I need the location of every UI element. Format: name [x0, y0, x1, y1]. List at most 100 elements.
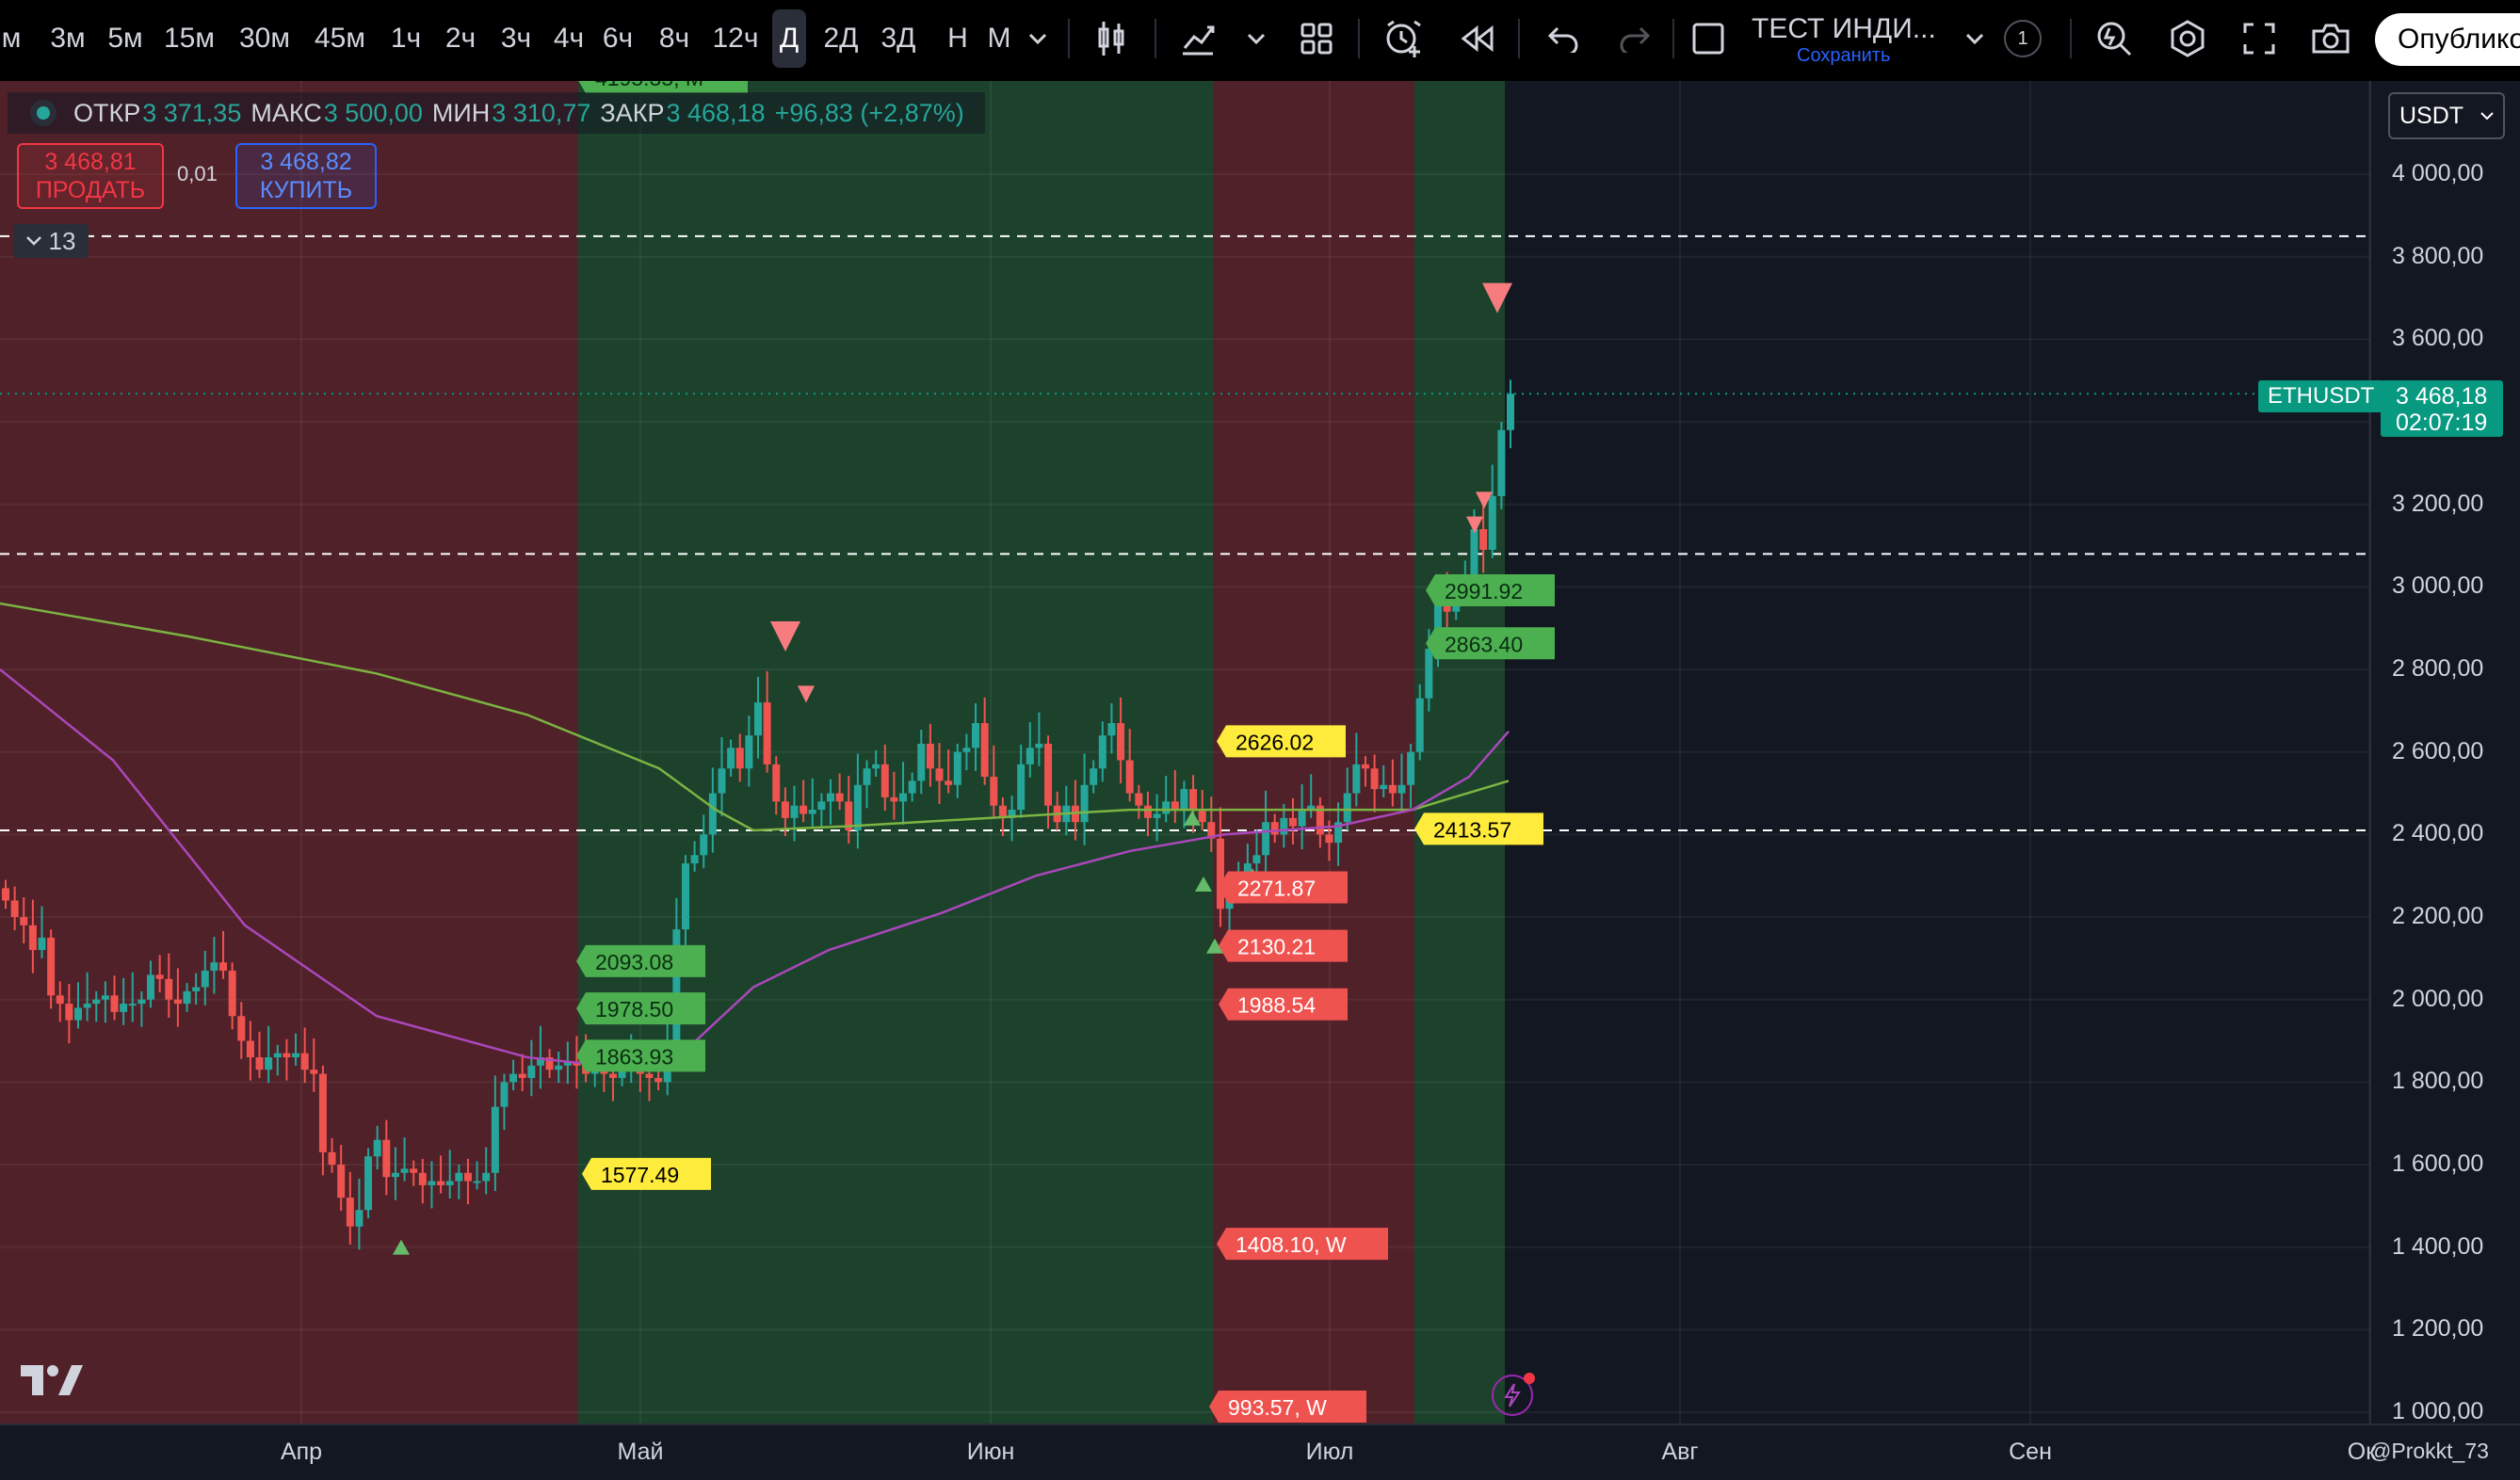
price-tick-7: 2 400,00 — [2392, 820, 2484, 847]
price-chart[interactable]: 4195.35, M 2991.92 2863.40 2626.02 2413.57 22… — [0, 81, 2369, 1424]
price-tick-10: 1 800,00 — [2392, 1068, 2484, 1095]
indicator-template-title[interactable]: ТЕСТ ИНДИ... — [1752, 13, 1936, 45]
interval-5[interactable]: 45м — [311, 0, 369, 77]
currency-value: USDT — [2399, 102, 2464, 129]
level-label-10: 1863.93 — [595, 1044, 673, 1069]
interval-2[interactable]: 5м — [102, 0, 149, 77]
candle-body-3 — [28, 925, 37, 951]
alert-icon[interactable] — [1381, 0, 1426, 77]
candle-body-30 — [273, 1053, 282, 1058]
currency-select[interactable]: USDT — [2388, 92, 2505, 139]
time-tick-1: Май — [617, 1439, 664, 1465]
replay-icon[interactable] — [1454, 0, 1499, 77]
template-chevron-icon[interactable] — [1959, 0, 1991, 77]
price-tick-4: 3 000,00 — [2392, 572, 2484, 600]
candle-body-56 — [509, 1073, 518, 1083]
candle-body-2 — [20, 917, 28, 925]
interval-7[interactable]: 2ч — [441, 0, 480, 77]
interval-0[interactable]: м — [0, 0, 23, 77]
candle-body-102 — [926, 743, 934, 769]
candle-body-75 — [681, 863, 689, 930]
indicators-icon[interactable] — [1177, 0, 1219, 77]
candle-body-89 — [808, 810, 816, 814]
candle-body-80 — [727, 748, 735, 769]
candles-icon[interactable] — [1092, 0, 1130, 77]
redo-icon[interactable] — [1616, 0, 1654, 77]
interval-10[interactable]: 6ч — [599, 0, 637, 77]
market-status-icon[interactable] — [30, 100, 57, 126]
candle-body-100 — [908, 780, 916, 794]
candle-body-33 — [300, 1053, 309, 1070]
sell-button[interactable]: 3 468,81 ПРОДАТЬ — [17, 143, 164, 209]
interval-dropdown-chevron-icon[interactable] — [1021, 0, 1055, 77]
candle-body-24 — [219, 962, 228, 972]
level-label-6: 2130.21 — [1237, 935, 1316, 959]
low-label: МИН — [431, 98, 491, 127]
candle-body-46 — [418, 1172, 427, 1185]
quick-search-icon[interactable] — [2092, 0, 2136, 77]
interval-17[interactable]: М — [983, 0, 1015, 77]
candle-body-79 — [718, 768, 726, 794]
settings-icon[interactable] — [2166, 0, 2209, 77]
candle-body-120 — [1090, 768, 1098, 785]
level-label-12: 1408.10, W — [1236, 1232, 1347, 1257]
level-label-7: 2093.08 — [595, 950, 673, 974]
buy-button[interactable]: 3 468,82 КУПИТЬ — [235, 143, 377, 209]
interval-3[interactable]: 15м — [160, 0, 218, 77]
price-tick-1: 3 800,00 — [2392, 242, 2484, 269]
undo-icon[interactable] — [1544, 0, 1582, 77]
interval-6[interactable]: 1ч — [386, 0, 426, 77]
price-axis[interactable]: 4 000,00 3 800,00 3 600,00 3 200,00 3 000,00… — [2369, 81, 2520, 1424]
candle-body-92 — [835, 793, 844, 802]
interval-11[interactable]: 8ч — [654, 0, 695, 77]
candle-body-26 — [237, 1016, 246, 1041]
candle-body-130 — [1180, 789, 1188, 811]
indicators-chevron-icon[interactable] — [1239, 0, 1273, 77]
candle-body-119 — [1080, 784, 1089, 823]
chart-pane[interactable]: 4195.35, M 2991.92 2863.40 2626.02 2413.57 22… — [0, 81, 2520, 1424]
candle-body-15 — [137, 999, 146, 1005]
interval-8[interactable]: 3ч — [497, 0, 535, 77]
last-price-value: 3 468,18 — [2396, 383, 2488, 410]
interval-1[interactable]: 3м — [45, 0, 90, 77]
candle-body-42 — [382, 1139, 391, 1178]
price-tick-11: 1 600,00 — [2392, 1150, 2484, 1178]
tradingview-logo-icon[interactable] — [21, 1363, 83, 1397]
layout-count-badge[interactable]: 1 — [2004, 20, 2042, 57]
candle-body-148 — [1343, 793, 1351, 823]
candle-body-43 — [391, 1172, 399, 1178]
camera-icon[interactable] — [2307, 0, 2354, 77]
rectangle-icon[interactable] — [1689, 0, 1727, 77]
last-price-label: 3 468,18 02:07:19 — [2381, 380, 2503, 437]
interval-15[interactable]: 3Д — [876, 0, 921, 77]
candle-body-152 — [1380, 784, 1388, 790]
candle-body-44 — [400, 1168, 409, 1173]
save-link[interactable]: Сохранить — [1797, 45, 1890, 67]
interval-16[interactable]: Н — [944, 0, 972, 77]
candle-body-166 — [1507, 394, 1514, 430]
candle-body-154 — [1397, 784, 1406, 794]
indicators-collapse-button[interactable]: 13 — [13, 224, 89, 258]
spread-value: 0,01 — [177, 162, 218, 185]
publish-button[interactable]: Опублико — [2375, 13, 2520, 66]
interval-13[interactable]: Д — [772, 9, 806, 68]
lightning-icon[interactable] — [1492, 1373, 1535, 1416]
candle-body-140 — [1270, 822, 1279, 835]
close-value: 3 468,18 — [666, 98, 766, 127]
interval-14[interactable]: 2Д — [819, 0, 863, 77]
candle-body-123 — [1117, 723, 1125, 761]
layout-icon[interactable] — [1296, 0, 1337, 77]
time-axis[interactable]: Апр Май Июн Июл Авг Сен Ок — [0, 1424, 2520, 1480]
fullscreen-icon[interactable] — [2237, 0, 2281, 77]
candle-body-61 — [555, 1065, 563, 1070]
candle-body-45 — [410, 1168, 418, 1173]
author-watermark: @Prokkt_73 — [2369, 1439, 2489, 1463]
interval-4[interactable]: 30м — [234, 0, 296, 77]
interval-9[interactable]: 4ч — [550, 0, 588, 77]
candle-body-125 — [1135, 793, 1143, 806]
candle-body-107 — [972, 723, 980, 748]
candle-body-0 — [2, 888, 9, 901]
toolbar-separator — [1068, 19, 1070, 58]
interval-12[interactable]: 12ч — [710, 0, 761, 77]
candle-body-91 — [827, 793, 835, 802]
